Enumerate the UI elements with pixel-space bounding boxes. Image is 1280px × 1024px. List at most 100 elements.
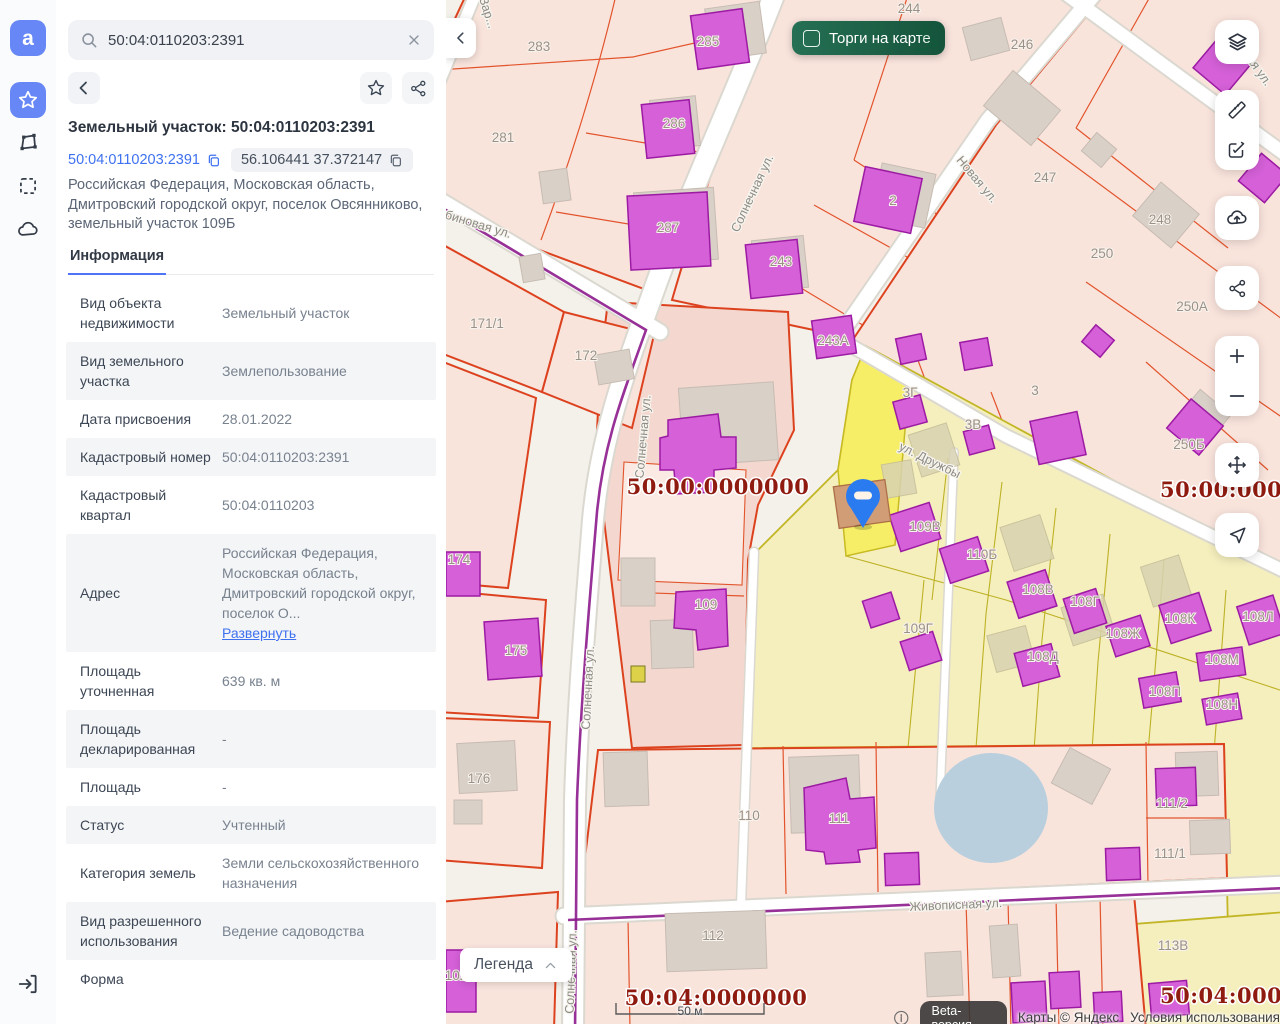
zoom-controls xyxy=(1215,336,1259,416)
details-panel: 50:04:0110203:2391 Земельный участок: 50 xyxy=(56,0,446,1024)
auctions-on-map-toggle[interactable]: Торги на карте xyxy=(792,21,945,55)
table-row: Площадь- xyxy=(66,768,436,806)
scale-label: 50 м xyxy=(678,1004,703,1018)
parcel-number-label: 2 xyxy=(889,193,897,208)
share-map-button[interactable] xyxy=(1215,266,1259,310)
row-label: Вид объекта недвижимости xyxy=(80,293,212,333)
zoom-in-button[interactable] xyxy=(1215,336,1259,376)
terms-link[interactable]: Условия использования xyxy=(1130,1010,1280,1024)
coordinates-text: 56.106441 37.372147 xyxy=(241,152,382,168)
star-icon xyxy=(17,89,39,111)
row-label: Площадь xyxy=(80,777,212,797)
parcel-number-label: 108Ж xyxy=(1106,626,1142,641)
info-icon[interactable] xyxy=(893,1009,909,1024)
tab-information[interactable]: Информация xyxy=(68,242,166,275)
app-window: a xyxy=(0,0,1280,1024)
row-label: Категория земель xyxy=(80,863,212,883)
zoom-out-button[interactable] xyxy=(1215,376,1259,416)
small-yellow-building xyxy=(631,666,645,682)
search-value: 50:04:0110203:2391 xyxy=(108,32,406,49)
cadastral-map[interactable]: Зар...Рябиновая ул.Солнечная ул.Солнечна… xyxy=(446,0,1280,1024)
favorite-button[interactable] xyxy=(360,72,392,104)
parcel-number-label: 3Г xyxy=(903,385,919,400)
parcel-number-label: 248 xyxy=(1149,212,1172,227)
beta-badge: Beta-версия xyxy=(920,1001,1006,1024)
expand-link[interactable]: Развернуть xyxy=(222,625,296,641)
login-button[interactable] xyxy=(16,972,40,996)
coordinates-chip[interactable]: 56.106441 37.372147 xyxy=(231,148,413,172)
parcel-number-label: 109В xyxy=(909,519,941,534)
parcel-number-label: 108К xyxy=(1165,611,1196,626)
copy-icon[interactable] xyxy=(388,153,403,168)
pan-button[interactable] xyxy=(1215,443,1259,487)
area-select-icon xyxy=(16,174,40,198)
zoom-in-icon xyxy=(1227,346,1247,366)
cadastral-quarter-label: 50:00:0000000 xyxy=(627,474,810,499)
zoom-out-icon xyxy=(1227,386,1247,406)
parcel-number-label: 243А xyxy=(817,333,849,348)
row-value: 639 кв. м xyxy=(222,671,422,691)
edit-button[interactable] xyxy=(1215,130,1259,170)
cadastral-number-text: 50:04:0110203:2391 xyxy=(68,152,200,168)
chevron-left-icon xyxy=(454,31,468,45)
cadastral-number-link[interactable]: 50:04:0110203:2391 xyxy=(68,152,221,168)
parcel-number-label: 111/1 xyxy=(1154,846,1186,861)
sidebar-item-cloud[interactable] xyxy=(16,218,40,242)
row-value: Ведение садоводства xyxy=(222,921,422,941)
row-value: Земельный участок xyxy=(222,303,422,323)
polygon-tool-icon xyxy=(16,130,40,154)
table-row: Кадастровый квартал50:04:0110203 xyxy=(66,476,436,534)
parcel-number-label: 285 xyxy=(697,34,720,49)
logo-a-glyph: a xyxy=(22,28,34,49)
table-row: Площадь уточненная639 кв. м xyxy=(66,652,436,710)
move-icon xyxy=(1226,454,1248,476)
search-icon xyxy=(80,31,98,49)
map-copyright[interactable]: Карты © Яндекс xyxy=(1018,1010,1119,1024)
locate-button[interactable] xyxy=(1215,513,1259,557)
checkbox-icon[interactable] xyxy=(803,30,820,47)
parcel-number-label: 172 xyxy=(575,348,598,363)
sidebar-item-area-select[interactable] xyxy=(16,174,40,198)
left-rail: a xyxy=(0,0,56,1024)
legend-button[interactable]: Легенда xyxy=(460,948,572,982)
row-label: Форма xyxy=(80,969,212,989)
share-icon xyxy=(409,79,428,98)
search-input[interactable]: 50:04:0110203:2391 xyxy=(68,20,434,60)
row-label: Вид земельного участка xyxy=(80,351,212,391)
chips-row: 50:04:0110203:2391 56.106441 37.372147 xyxy=(68,148,413,172)
parcel-number-label: 250А xyxy=(1176,299,1208,314)
table-row: Вид земельного участка Землепользование xyxy=(66,342,436,400)
parcel-number-label: 113В xyxy=(1158,938,1189,953)
parcel-number-label: 247 xyxy=(1034,170,1057,185)
parcel-number-label: 108Н xyxy=(1206,697,1238,712)
legend-label: Легенда xyxy=(474,956,533,974)
table-row: Дата присвоения28.01.2022 xyxy=(66,400,436,438)
sidebar-item-polygon-tool[interactable] xyxy=(16,130,40,154)
layers-button[interactable] xyxy=(1215,20,1259,64)
parcel-number-label: 108Г xyxy=(1070,594,1101,609)
parcel-number-label: 108Д xyxy=(1027,649,1059,664)
row-value: Землепользование xyxy=(222,361,422,381)
star-outline-icon xyxy=(366,78,386,98)
login-icon xyxy=(16,972,40,996)
row-value: Земли сельскохозяйственного назначения xyxy=(222,853,422,893)
row-label: Кадастровый квартал xyxy=(80,485,212,525)
copy-icon[interactable] xyxy=(206,153,221,168)
back-button[interactable] xyxy=(68,72,100,104)
ruler-button[interactable] xyxy=(1215,90,1259,130)
share-button[interactable] xyxy=(402,72,434,104)
page-title: Земельный участок: 50:04:0110203:2391 xyxy=(68,119,375,137)
parcel-number-label: 286 xyxy=(663,116,686,131)
parcel-number-label: 281 xyxy=(492,130,515,145)
parcel-number-label: 108П xyxy=(1149,684,1181,699)
parcel-number-label: 3 xyxy=(1031,383,1039,398)
parcel-number-label: 250 xyxy=(1091,246,1114,261)
sidebar-item-favorites[interactable] xyxy=(10,82,46,118)
parcel-number-label: 109 xyxy=(695,597,718,612)
row-value: Российская Федерация, Московская область… xyxy=(222,543,422,643)
upload-button[interactable] xyxy=(1215,196,1259,240)
parcel-number-label: 110 xyxy=(738,808,760,823)
app-logo[interactable]: a xyxy=(10,20,46,56)
clear-search-icon[interactable] xyxy=(406,32,422,48)
collapse-panel-button[interactable] xyxy=(446,18,476,58)
